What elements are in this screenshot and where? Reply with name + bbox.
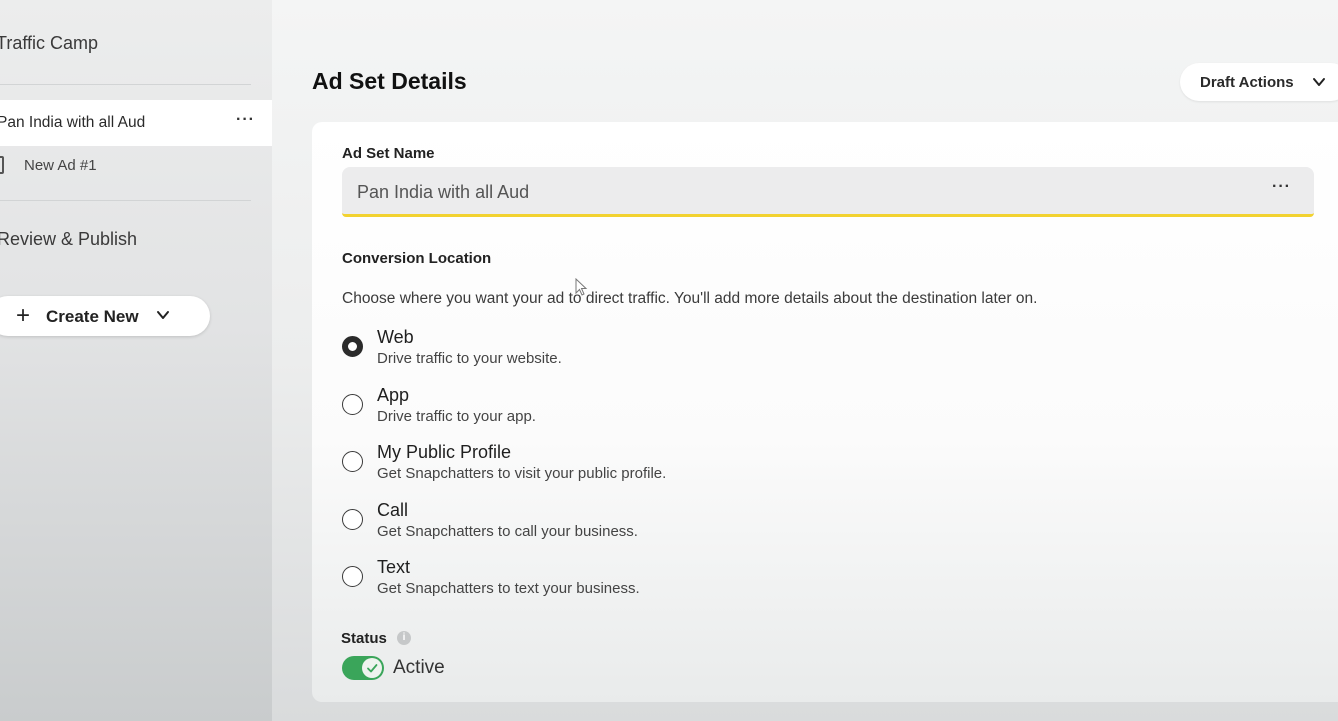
check-icon xyxy=(362,658,382,678)
radio-option-title: Call xyxy=(377,500,409,520)
phone-icon xyxy=(0,156,4,174)
radio-button[interactable] xyxy=(342,509,363,530)
chevron-down-icon xyxy=(1313,78,1325,86)
radio-option-title: Web xyxy=(377,327,414,347)
draft-actions-label: Draft Actions xyxy=(1200,74,1294,91)
radio-option-app[interactable]: App Drive traffic to your app. xyxy=(342,385,942,431)
mouse-cursor-icon xyxy=(575,278,588,296)
radio-button[interactable] xyxy=(342,566,363,587)
sidebar-ad-set-label: Pan India with all Aud xyxy=(0,114,146,131)
conversion-location-label: Conversion Location xyxy=(342,250,492,267)
radio-option-text[interactable]: Text Get Snapchatters to text your busin… xyxy=(342,557,942,603)
radio-option-subtitle: Drive traffic to your app. xyxy=(377,408,536,425)
ad-set-details-card: Ad Set Name ··· Conversion Location Choo… xyxy=(312,122,1338,702)
sidebar-campaign-item[interactable]: Traffic Camp xyxy=(0,33,98,54)
radio-option-subtitle: Get Snapchatters to call your business. xyxy=(377,523,638,540)
sidebar-item-ad[interactable]: New Ad #1 xyxy=(0,154,250,178)
plus-icon: + xyxy=(16,302,31,329)
radio-option-title: App xyxy=(377,385,410,405)
sidebar-item-review-publish[interactable]: Review & Publish xyxy=(0,229,137,250)
status-label: Status xyxy=(341,630,387,647)
sidebar-ad-label: New Ad #1 xyxy=(24,157,97,174)
radio-button[interactable] xyxy=(342,394,363,415)
status-value: Active xyxy=(393,657,445,678)
radio-option-web[interactable]: Web Drive traffic to your website. xyxy=(342,327,942,373)
conversion-location-description: Choose where you want your ad to direct … xyxy=(342,290,1038,307)
draft-actions-button[interactable]: Draft Actions xyxy=(1180,63,1338,101)
radio-option-subtitle: Get Snapchatters to visit your public pr… xyxy=(377,465,667,482)
sidebar-item-ad-set[interactable]: Pan India with all Aud ··· xyxy=(0,100,272,146)
sidebar: Traffic Camp Pan India with all Aud ··· … xyxy=(0,0,272,721)
radio-option-title: My Public Profile xyxy=(377,442,512,462)
info-icon[interactable]: i xyxy=(397,631,411,645)
ad-set-name-input[interactable] xyxy=(357,182,1237,203)
radio-option-call[interactable]: Call Get Snapchatters to call your busin… xyxy=(342,500,942,546)
ad-set-name-field[interactable]: ··· xyxy=(342,167,1314,217)
chevron-down-icon xyxy=(157,311,169,319)
create-new-button[interactable]: + Create New xyxy=(0,296,210,336)
main-content: Ad Set Details Draft Actions Ad Set Name… xyxy=(272,0,1338,721)
create-new-label: Create New xyxy=(46,307,139,326)
page-title: Ad Set Details xyxy=(312,68,467,94)
radio-button[interactable] xyxy=(342,451,363,472)
radio-option-subtitle: Drive traffic to your website. xyxy=(377,350,562,367)
ad-set-name-label: Ad Set Name xyxy=(342,145,435,162)
radio-option-title: Text xyxy=(377,557,411,577)
sidebar-divider xyxy=(0,84,251,85)
radio-button[interactable] xyxy=(342,336,363,357)
more-options-icon[interactable]: ··· xyxy=(236,111,255,129)
radio-option-public-profile[interactable]: My Public Profile Get Snapchatters to vi… xyxy=(342,442,942,488)
radio-option-subtitle: Get Snapchatters to text your business. xyxy=(377,580,640,597)
more-options-icon[interactable]: ··· xyxy=(1272,178,1291,196)
status-toggle[interactable] xyxy=(342,656,384,680)
sidebar-divider xyxy=(0,200,251,201)
